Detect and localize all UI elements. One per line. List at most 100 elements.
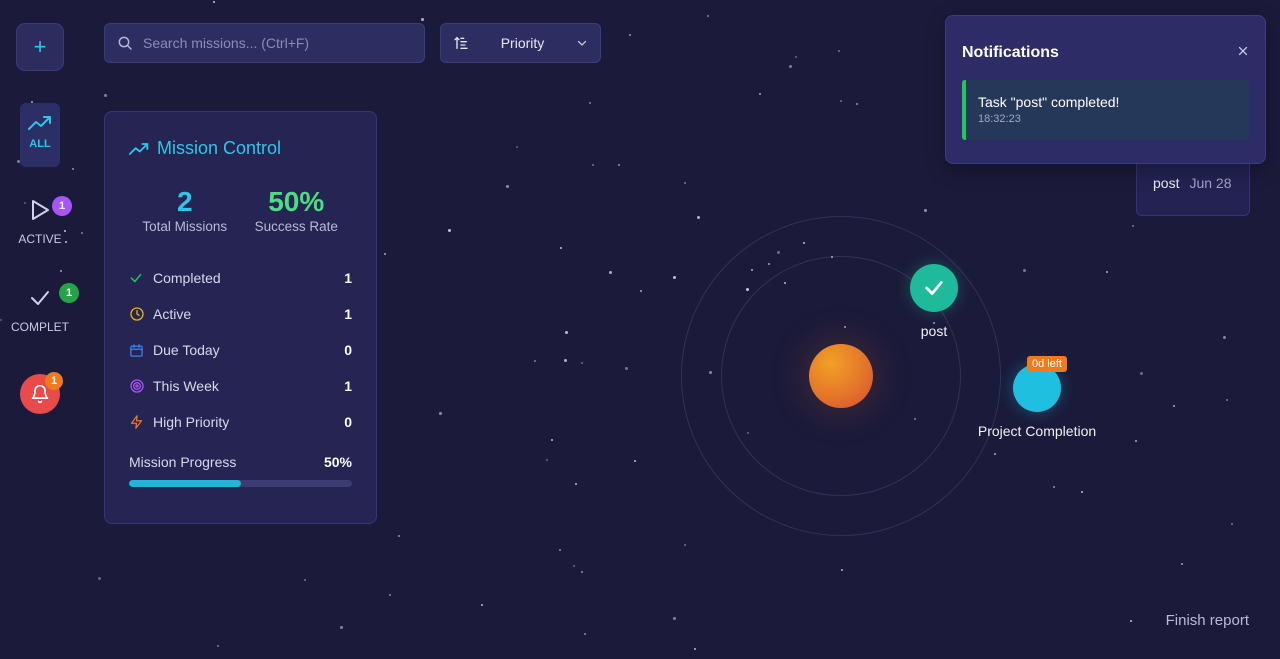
sort-label: Priority	[500, 35, 545, 51]
star	[559, 549, 561, 551]
bolt-icon	[130, 415, 143, 429]
star	[1181, 563, 1183, 565]
star	[439, 412, 442, 415]
check-icon	[31, 291, 49, 305]
stat-row-value: 1	[344, 270, 352, 286]
star	[1226, 399, 1228, 401]
star	[1140, 372, 1143, 375]
add-mission-button[interactable]: +	[16, 23, 64, 71]
completed-task-planet[interactable]	[910, 264, 958, 312]
star	[856, 103, 858, 105]
chevron-down-icon	[577, 40, 587, 46]
star	[389, 594, 391, 596]
star	[581, 362, 583, 364]
star	[673, 617, 676, 620]
progress-fill	[129, 480, 241, 487]
star	[584, 633, 586, 635]
close-icon	[1238, 46, 1248, 56]
star	[0, 319, 2, 321]
search-input[interactable]	[143, 35, 403, 51]
star	[1231, 523, 1233, 525]
sidebar-item-all[interactable]: ALL	[20, 103, 60, 167]
star	[759, 93, 761, 95]
stat-row-label: This Week	[153, 378, 219, 394]
star	[565, 331, 568, 334]
notification-count-badge: 1	[45, 372, 63, 390]
star	[1130, 620, 1132, 622]
star	[573, 565, 575, 567]
sun-center	[809, 344, 873, 408]
close-notifications-button[interactable]	[1237, 44, 1249, 62]
sort-dropdown[interactable]: Priority	[440, 23, 601, 63]
stat-row-active: Active 1	[129, 296, 352, 332]
clock-icon	[130, 307, 144, 321]
sidebar-item-label: COMPLET	[10, 320, 69, 334]
completed-count-badge: 1	[59, 283, 79, 303]
stat-row-completed: Completed 1	[129, 260, 352, 296]
notifications-bell-button[interactable]: 1	[20, 372, 63, 414]
play-icon	[32, 200, 49, 220]
sidebar-item-active[interactable]: 1 ACTIVE	[10, 193, 72, 246]
star	[618, 164, 620, 166]
star	[98, 577, 101, 580]
star	[795, 56, 797, 58]
star	[304, 579, 306, 581]
footer-task-text[interactable]: Finish report	[1166, 612, 1249, 629]
star	[217, 645, 219, 647]
stat-row-value: 1	[344, 306, 352, 322]
plus-icon: +	[33, 34, 47, 59]
star	[384, 253, 386, 255]
search-box[interactable]	[104, 23, 425, 63]
stat-row-label: High Priority	[153, 414, 230, 430]
star	[81, 232, 83, 234]
sort-icon	[454, 36, 468, 49]
star	[481, 604, 483, 606]
calendar-icon	[130, 343, 143, 357]
star	[564, 359, 567, 362]
total-missions-value: 2	[176, 186, 193, 217]
progress-label: Mission Progress	[129, 454, 237, 470]
star	[625, 367, 628, 370]
star	[60, 270, 62, 272]
stat-row-this-week: This Week 1	[129, 368, 352, 404]
star	[213, 1, 215, 3]
star	[534, 360, 536, 362]
success-rate-stat: 50% Success Rate	[241, 187, 353, 235]
pending-task-label: Project Completion	[977, 423, 1097, 439]
notifications-panel: Notifications Task "post" completed! 18:…	[945, 15, 1266, 164]
notification-message: Task "post" completed!	[978, 94, 1120, 110]
star	[1053, 486, 1055, 488]
star	[506, 185, 509, 188]
star	[592, 164, 594, 166]
star	[1223, 336, 1226, 339]
completed-task-label: post	[920, 323, 948, 339]
star	[629, 34, 631, 36]
star	[841, 569, 843, 571]
stat-row-label: Active	[153, 306, 192, 322]
star	[838, 50, 840, 52]
star	[684, 544, 686, 546]
star	[1135, 440, 1137, 442]
trending-up-icon	[129, 142, 149, 155]
total-missions-label: Total Missions	[142, 219, 228, 234]
stat-row-value: 0	[344, 414, 352, 430]
star	[789, 65, 792, 68]
trending-up-icon	[28, 116, 51, 130]
task-card-title: post	[1153, 175, 1180, 191]
progress-value: 50%	[323, 454, 352, 470]
sidebar-item-completed[interactable]: 1 COMPLET	[10, 281, 79, 334]
notification-item[interactable]: Task "post" completed! 18:32:23	[962, 80, 1249, 140]
stat-row-high-priority: High Priority 0	[129, 404, 352, 440]
mission-control-panel: Mission Control 2 Total Missions 50% Suc…	[104, 111, 377, 524]
due-badge: 0d left	[1027, 356, 1067, 372]
sidebar-item-label: ALL	[29, 138, 51, 150]
stat-row-label: Due Today	[153, 342, 220, 358]
star	[516, 146, 518, 148]
stat-row-value: 0	[344, 342, 352, 358]
check-icon	[925, 281, 943, 295]
star	[1106, 271, 1108, 273]
search-icon	[118, 36, 132, 50]
star	[104, 94, 107, 97]
star	[924, 209, 927, 212]
total-missions-stat: 2 Total Missions	[129, 186, 241, 235]
